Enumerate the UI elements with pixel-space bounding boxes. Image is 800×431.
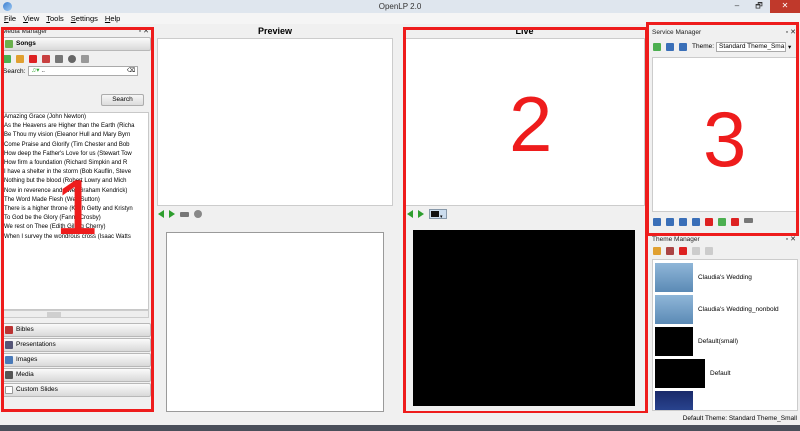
list-item[interactable]	[655, 391, 693, 410]
preview-slide-list[interactable]	[157, 38, 393, 206]
window-controls: – 🗗 ✕	[726, 0, 800, 13]
theme-thumbnail	[655, 295, 693, 324]
status-bar: Default Theme: Standard Theme_Small	[0, 413, 800, 425]
list-item[interactable]: Claudia's Wedding	[655, 263, 752, 292]
theme-manager-title: Theme Manager	[652, 236, 700, 243]
theme-thumbnail	[655, 327, 693, 356]
delete-theme-icon[interactable]	[679, 246, 687, 255]
list-item[interactable]: Default(small)	[655, 327, 738, 356]
window-title-bar: OpenLP 2.0 – 🗗 ✕	[0, 0, 800, 13]
status-default-theme: Default Theme: Standard Theme_Small	[682, 415, 797, 422]
theme-thumbnail	[655, 391, 693, 410]
next-slide-icon[interactable]	[169, 210, 175, 218]
preview-display	[166, 232, 384, 412]
dock-float-close-icon[interactable]: ▫✕	[786, 235, 798, 244]
window-title: OpenLP 2.0	[378, 2, 422, 11]
menu-view[interactable]: View	[23, 13, 39, 24]
preview-panel: Preview	[155, 25, 395, 415]
theme-name: Claudia's Wedding	[698, 274, 752, 281]
theme-thumbnail	[655, 263, 693, 292]
restore-button[interactable]: 🗗	[748, 0, 770, 13]
close-window-button[interactable]: ✕	[770, 0, 800, 13]
annotation-number-3: 3	[703, 95, 747, 183]
theme-name: Claudia's Wedding_nonbold	[698, 306, 779, 313]
openlp-app-icon	[3, 2, 12, 11]
theme-thumbnail	[655, 359, 705, 388]
export-theme-icon[interactable]	[705, 246, 713, 255]
minimize-button[interactable]: –	[726, 0, 748, 13]
menu-help[interactable]: Help	[105, 13, 120, 24]
add-to-service-icon[interactable]	[194, 210, 202, 218]
os-taskbar	[0, 425, 800, 431]
theme-manager-panel: Theme Manager ▫✕ Claudia's Wedding Claud…	[650, 235, 800, 411]
list-item[interactable]: Default	[655, 359, 731, 388]
go-live-icon[interactable]	[180, 211, 189, 217]
theme-name: Default(small)	[698, 338, 739, 345]
list-item[interactable]: Claudia's Wedding_nonbold	[655, 295, 779, 324]
menu-file[interactable]: File	[4, 13, 16, 24]
theme-list: Claudia's Wedding Claudia's Wedding_nonb…	[652, 259, 798, 411]
theme-manager-title-bar: Theme Manager ▫✕	[650, 235, 800, 244]
menu-tools[interactable]: Tools	[46, 13, 64, 24]
menu-settings[interactable]: Settings	[71, 13, 98, 24]
annotation-number-2: 2	[509, 80, 553, 168]
annotation-number-1: 1	[55, 163, 99, 251]
edit-theme-icon[interactable]	[666, 246, 674, 255]
preview-toolbar	[158, 210, 202, 218]
new-theme-icon[interactable]	[653, 246, 661, 255]
previous-slide-icon[interactable]	[158, 210, 164, 218]
theme-toolbar	[650, 244, 800, 257]
import-theme-icon[interactable]	[692, 246, 700, 255]
preview-title: Preview	[257, 26, 293, 36]
theme-name: Default	[710, 370, 731, 377]
